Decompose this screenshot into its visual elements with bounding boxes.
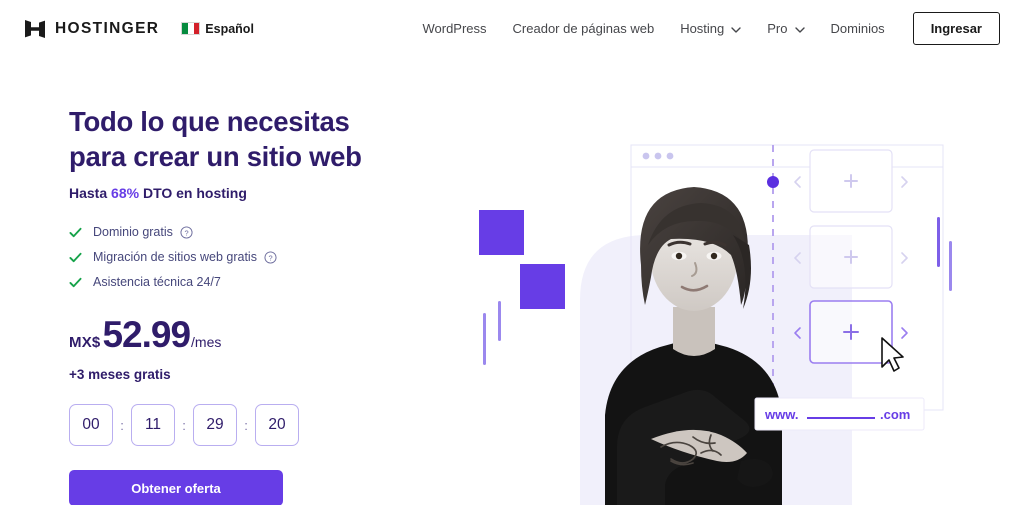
list-item: Migración de sitios web gratis ? (69, 250, 469, 264)
browser-dot (666, 152, 674, 160)
svg-text:?: ? (184, 228, 188, 237)
nav-item-dominios[interactable]: Dominios (831, 21, 885, 36)
nav-item-creador-de-paginas-web[interactable]: Creador de páginas web (513, 21, 655, 36)
check-icon (69, 277, 82, 288)
chevron-down-icon (731, 21, 741, 36)
browser-dot (654, 152, 662, 160)
placeholder-block (794, 149, 908, 213)
list-item: Dominio gratis ? (69, 225, 469, 239)
countdown-unit-minutes: 29 (193, 404, 237, 447)
page-title: Todo lo que necesitas para crear un siti… (69, 104, 469, 174)
countdown-unit-seconds: 20 (255, 404, 299, 447)
url-prefix: www. (764, 407, 798, 422)
url-bar: www. .com (754, 397, 925, 431)
illustration-canvas: www. .com (479, 144, 952, 505)
svg-text:?: ? (268, 253, 272, 262)
feature-label: Asistencia técnica 24/7 (93, 275, 221, 290)
decorative-line (483, 313, 486, 365)
feature-list: Dominio gratis ? Migración de sitios web… (69, 225, 469, 289)
hero-content: Todo lo que necesitas para crear un siti… (69, 104, 469, 505)
check-icon (69, 227, 82, 238)
site-header: HOSTINGER Español WordPress Creador de p… (0, 0, 1024, 57)
decorative-square (520, 264, 565, 309)
countdown-separator: : (182, 417, 186, 433)
countdown-separator: : (244, 417, 248, 433)
decorative-square (479, 210, 524, 255)
guideline-handle-dot (767, 176, 779, 188)
price-period: /mes (191, 334, 222, 351)
browser-titlebar (630, 144, 944, 168)
mexico-flag-icon (181, 22, 201, 35)
countdown-unit-hours: 11 (131, 404, 175, 447)
nav-item-pro[interactable]: Pro (767, 21, 805, 36)
language-selector[interactable]: Español (181, 22, 254, 36)
language-label: Español (205, 21, 254, 36)
placeholder-block (794, 225, 908, 289)
headline-line-2: para crear un sitio web (69, 141, 362, 173)
subhead-suffix: DTO en hosting (139, 185, 247, 202)
price-display: MX$ 52.99 /mes (69, 314, 469, 356)
nav-item-label: Hosting (680, 21, 725, 36)
hero-illustration: www. .com (455, 95, 1024, 505)
feature-label: Dominio gratis (93, 225, 173, 240)
hostinger-h-logo-icon (25, 19, 45, 38)
price-amount: 52.99 (102, 314, 191, 356)
price-currency: MX$ (69, 334, 101, 352)
nav-item-label: Creador de páginas web (512, 21, 655, 36)
nav-item-label: WordPress (422, 21, 487, 36)
get-offer-button[interactable]: Obtener oferta (69, 470, 283, 505)
discount-percent: 68% (111, 185, 140, 202)
list-item: Asistencia técnica 24/7 (69, 275, 469, 289)
subhead-prefix: Hasta (69, 185, 112, 202)
browser-dot (642, 152, 650, 160)
hero-subheadline: Hasta 68% DTO en hosting (69, 185, 469, 201)
nav-item-hosting[interactable]: Hosting (680, 21, 741, 36)
brand-zone: HOSTINGER Español (24, 19, 254, 39)
nav-item-wordpress[interactable]: WordPress (422, 21, 486, 36)
login-button[interactable]: Ingresar (912, 12, 1000, 45)
main-navigation: WordPress Creador de páginas web Hosting… (422, 12, 1000, 45)
decorative-line (949, 241, 952, 291)
headline-line-1: Todo lo que necesitas (69, 106, 350, 137)
info-icon[interactable]: ? (264, 251, 277, 264)
info-icon[interactable]: ? (180, 226, 193, 239)
check-icon (69, 252, 82, 263)
bonus-months-label: +3 meses gratis (69, 367, 171, 383)
countdown-separator: : (120, 417, 124, 433)
feature-label: Migración de sitios web gratis (93, 250, 257, 265)
countdown-timer: 00 : 11 : 29 : 20 (69, 404, 469, 447)
hostinger-logo-text: HOSTINGER (55, 19, 160, 37)
hostinger-landing-page: HOSTINGER Español WordPress Creador de p… (0, 0, 1024, 505)
chevron-down-icon (794, 21, 805, 36)
decorative-line (498, 301, 501, 341)
url-suffix: .com (880, 407, 910, 422)
hostinger-logo-link[interactable]: HOSTINGER (24, 19, 159, 39)
countdown-unit-days: 00 (69, 404, 113, 447)
nav-item-label: Pro (767, 21, 788, 36)
nav-item-label: Dominios (830, 21, 885, 36)
